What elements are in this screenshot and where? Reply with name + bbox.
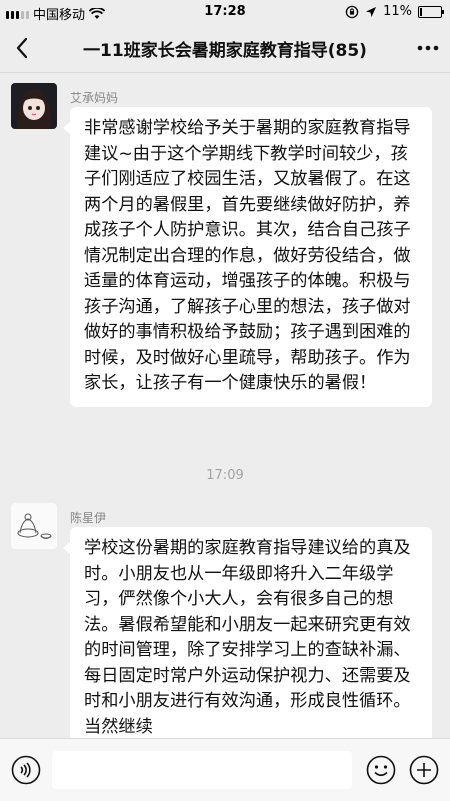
time-separator: 17:09 bbox=[206, 468, 244, 483]
status-bar: 中国移动 17:28 11% bbox=[0, 0, 450, 24]
more-dots-icon bbox=[417, 45, 439, 51]
rotation-lock-icon bbox=[345, 5, 359, 18]
chat-title: 一11班家长会暑期家庭教育指导(85) bbox=[83, 40, 367, 61]
more-button[interactable] bbox=[406, 24, 450, 72]
battery-percent: 11% bbox=[383, 4, 412, 19]
voice-button[interactable] bbox=[11, 755, 41, 785]
message-bubble[interactable]: 非常感谢学校给予关于暑期的家庭教育指导建议~由于这个学期线下教学时间较少，孩子们… bbox=[63, 107, 432, 407]
voice-icon bbox=[11, 755, 41, 785]
location-icon bbox=[366, 6, 377, 17]
avatar[interactable] bbox=[11, 83, 57, 129]
message-bubble[interactable]: 学校这份暑期的家庭教育指导建议给的真及时。小朋友也从一年级即将升入二年级学习，俨… bbox=[63, 527, 432, 738]
message-input[interactable] bbox=[52, 751, 352, 789]
emoji-button[interactable] bbox=[366, 755, 396, 785]
nav-bar: 一11班家长会暑期家庭教育指导(85) bbox=[0, 24, 450, 73]
battery-icon bbox=[418, 5, 444, 18]
sender-name: 陈星伊 bbox=[70, 511, 107, 525]
input-bar bbox=[0, 738, 450, 801]
plus-icon bbox=[409, 755, 439, 785]
chat-area[interactable]: 艾承妈妈 非常感谢学校给予关于暑期的家庭教育指导建议~由于这个学期线下教学时间较… bbox=[0, 73, 450, 738]
chevron-left-icon bbox=[16, 37, 28, 59]
plus-button[interactable] bbox=[409, 755, 439, 785]
emoji-icon bbox=[366, 755, 396, 785]
sender-name: 艾承妈妈 bbox=[70, 91, 119, 105]
status-right: 11% bbox=[345, 4, 444, 19]
back-button[interactable] bbox=[0, 24, 44, 72]
avatar[interactable] bbox=[11, 503, 57, 549]
